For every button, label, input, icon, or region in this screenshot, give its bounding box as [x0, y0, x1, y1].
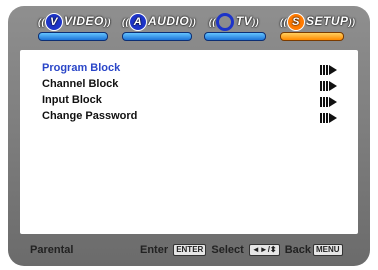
tab-tv-label-wrap: ((TV)) [204, 13, 264, 31]
tab-setup[interactable]: ((S SETUP)) [280, 10, 355, 44]
osd-frame: ((V VIDEO)) ((A AUDIO)) ((TV)) ((S SETUP)) … [8, 6, 370, 266]
menu-item-label: Program Block [42, 62, 121, 74]
menu-item-label: Input Block [42, 94, 102, 106]
tab-setup-label-wrap: ((S SETUP)) [280, 13, 355, 31]
menu-item-input-block[interactable]: Input Block [42, 94, 102, 110]
menu-panel: Program Block Channel Block Input Block … [20, 50, 358, 234]
tab-tv-bar [204, 32, 266, 41]
menu-item-label: Change Password [42, 110, 138, 122]
arrow-right-icon[interactable] [320, 80, 342, 92]
footer-title: Parental [30, 244, 74, 256]
tab-video-label-wrap: ((V VIDEO)) [38, 13, 110, 31]
video-badge-icon: V [45, 13, 63, 31]
setup-badge-icon: S [287, 13, 305, 31]
menu-item-program-block[interactable]: Program Block [42, 62, 120, 78]
back-label: Back [284, 244, 311, 256]
tab-setup-bar [280, 32, 344, 41]
tab-audio-label: AUDIO [148, 14, 190, 29]
back-key: MENU [312, 244, 343, 257]
tab-tv-label: TV [235, 14, 253, 29]
tv-ring-icon [215, 13, 234, 31]
tab-audio-label-wrap: ((A AUDIO)) [122, 13, 196, 31]
enter-key: ENTER [173, 244, 207, 257]
arrow-right-icon[interactable] [320, 64, 342, 76]
select-label: Select [211, 244, 244, 256]
tab-bar: ((V VIDEO)) ((A AUDIO)) ((TV)) ((S SETUP)) [8, 6, 370, 46]
tab-video[interactable]: ((V VIDEO)) [38, 10, 110, 44]
enter-label: Enter [140, 244, 169, 256]
menu-item-change-password[interactable]: Change Password [42, 110, 137, 126]
select-key: ◄►/⬍ [248, 244, 280, 257]
tab-audio-bar [122, 32, 192, 41]
footer-hints: Enter ENTER Select ◄►/⬍ Back MENU [140, 244, 345, 257]
tab-setup-label: SETUP [306, 14, 349, 29]
tab-video-bar [38, 32, 108, 41]
audio-badge-icon: A [129, 13, 147, 31]
arrow-right-icon[interactable] [320, 96, 342, 108]
tab-audio[interactable]: ((A AUDIO)) [122, 10, 196, 44]
arrow-right-icon[interactable] [320, 112, 342, 124]
footer-bar: Parental Enter ENTER Select ◄►/⬍ Back MEN… [8, 238, 370, 266]
tab-tv[interactable]: ((TV)) [204, 10, 266, 44]
menu-item-label: Channel Block [42, 78, 119, 90]
tab-video-label: VIDEO [64, 14, 104, 29]
menu-item-channel-block[interactable]: Channel Block [42, 78, 118, 94]
